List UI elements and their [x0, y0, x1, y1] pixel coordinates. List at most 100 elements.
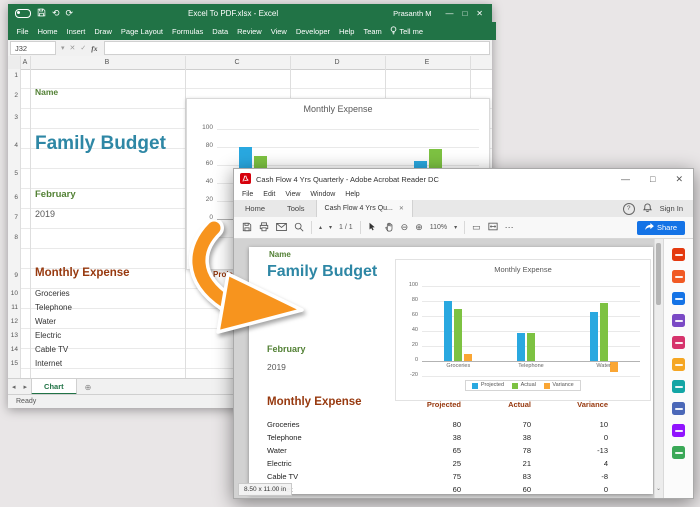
column-header-e[interactable]: E [412, 59, 442, 66]
zoom-in-icon[interactable]: ⊕ [415, 223, 423, 232]
comment-tool-icon[interactable] [672, 358, 685, 371]
ribbon-tab-review[interactable]: Review [233, 24, 267, 39]
maximize-button[interactable]: □ [462, 9, 467, 18]
undo-icon[interactable]: ⟲ [52, 9, 60, 18]
tab-close-icon[interactable]: ✕ [399, 205, 404, 212]
sign-in-link[interactable]: Sign In [660, 204, 683, 213]
ribbon-tab-home[interactable]: Home [33, 24, 62, 39]
help-icon[interactable]: ? [623, 203, 635, 215]
minimize-button[interactable]: — [611, 174, 640, 184]
next-page-icon[interactable]: ▾ [329, 224, 332, 231]
protect-tool-icon[interactable] [672, 402, 685, 415]
ribbon-tab-data[interactable]: Data [208, 24, 233, 39]
ribbon-tab-view[interactable]: View [266, 24, 291, 39]
name-box[interactable]: J32 [10, 41, 56, 55]
fill-sign-tool-icon[interactable] [672, 336, 685, 349]
more-tools-icon[interactable]: ⋯ [505, 223, 514, 232]
tab-document[interactable]: Cash Flow 4 Yrs Qu... ✕ [316, 200, 413, 217]
scrollbar-thumb[interactable] [656, 243, 661, 305]
sheet-nav-right-icon[interactable]: ▸ [20, 379, 32, 395]
cell-budget-title[interactable]: Family Budget [35, 134, 166, 153]
menu-view[interactable]: View [285, 191, 300, 198]
save-icon[interactable] [37, 8, 46, 19]
ribbon-tab-page-layout[interactable]: Page Layout [116, 24, 167, 39]
menu-window[interactable]: Window [310, 191, 335, 198]
share-button[interactable]: Share [637, 221, 685, 235]
select-tool-icon[interactable] [368, 222, 377, 233]
row-header[interactable]: 2 [8, 92, 18, 99]
row-header[interactable]: 5 [8, 170, 18, 177]
row-header[interactable]: 12 [8, 318, 18, 325]
cell-year[interactable]: 2019 [35, 210, 55, 219]
row-header[interactable]: 9 [8, 272, 18, 279]
create-pdf-tool-icon[interactable] [672, 270, 685, 283]
column-header-a[interactable]: A [10, 59, 40, 66]
insert-function-icon[interactable]: fx [91, 44, 97, 53]
row-header[interactable]: 14 [8, 346, 18, 353]
sheet-nav-left-icon[interactable]: ◂ [8, 379, 20, 395]
fit-width-icon[interactable] [488, 222, 498, 233]
tab-home[interactable]: Home [234, 200, 276, 217]
menu-file[interactable]: File [242, 191, 253, 198]
formula-input[interactable] [104, 41, 490, 55]
cell-month[interactable]: February [35, 190, 76, 200]
enter-icon[interactable]: ✓ [80, 44, 86, 52]
row-header[interactable]: 1 [8, 72, 18, 79]
ribbon-tab-team[interactable]: Team [359, 24, 386, 39]
tab-tools[interactable]: Tools [276, 200, 316, 217]
column-header-b[interactable]: B [92, 59, 122, 66]
compress-tool-icon[interactable] [672, 424, 685, 437]
tell-me-box[interactable]: Tell me [386, 23, 427, 40]
close-button[interactable]: ✕ [665, 174, 693, 185]
close-button[interactable]: ✕ [476, 9, 483, 18]
row-header[interactable]: 10 [8, 290, 18, 297]
cell-item[interactable]: Cable TV [35, 346, 68, 354]
notifications-bell-icon[interactable] [643, 203, 652, 214]
cell-expense-header[interactable]: Monthly Expense [35, 268, 130, 280]
combine-files-tool-icon[interactable] [672, 292, 685, 305]
cell-item[interactable]: Water [35, 318, 56, 326]
fit-page-icon[interactable]: ▭ [472, 223, 481, 232]
menu-edit[interactable]: Edit [263, 191, 275, 198]
cell-item[interactable]: Telephone [35, 304, 72, 312]
ribbon-tab-help[interactable]: Help [335, 24, 359, 39]
row-header[interactable]: 8 [8, 234, 18, 241]
row-header[interactable]: 11 [8, 304, 18, 311]
row-header[interactable]: 6 [8, 194, 18, 201]
ribbon-tab-file[interactable]: File [12, 24, 33, 39]
organize-pages-tool-icon[interactable] [672, 380, 685, 393]
cell-item[interactable]: Internet [35, 360, 62, 368]
cell-name-label[interactable]: Name [35, 88, 58, 97]
add-sheet-icon[interactable]: ⊕ [77, 379, 100, 395]
cell-item[interactable]: Electric [35, 332, 61, 340]
edit-pdf-tool-icon[interactable] [672, 314, 685, 327]
row-header[interactable]: 15 [8, 360, 18, 367]
sheet-tab-chart[interactable]: Chart [31, 379, 77, 395]
name-box-dropdown-icon[interactable]: ▾ [61, 44, 65, 52]
minimize-button[interactable]: — [445, 9, 453, 18]
page-indicator[interactable]: 1 / 1 [339, 224, 353, 231]
row-header[interactable]: 4 [8, 142, 18, 149]
ribbon-tab-draw[interactable]: Draw [90, 24, 117, 39]
ribbon-tab-insert[interactable]: Insert [62, 24, 90, 39]
column-header-d[interactable]: D [322, 59, 352, 66]
row-header[interactable]: 7 [8, 214, 18, 221]
zoom-out-icon[interactable]: ⊖ [401, 223, 409, 232]
cell-item[interactable]: Groceries [35, 290, 70, 298]
zoom-dropdown-icon[interactable]: ▾ [454, 224, 457, 231]
send-review-tool-icon[interactable] [672, 446, 685, 459]
hand-tool-icon[interactable] [384, 222, 394, 234]
cancel-icon[interactable]: ✕ [70, 44, 76, 52]
ribbon-tab-developer[interactable]: Developer [291, 24, 334, 39]
scroll-down-icon[interactable]: ⌄ [655, 485, 662, 492]
export-pdf-tool-icon[interactable] [672, 248, 685, 261]
account-name[interactable]: Prasanth M [393, 9, 431, 18]
menu-help[interactable]: Help [345, 191, 359, 198]
row-header[interactable]: 13 [8, 332, 18, 339]
maximize-button[interactable]: □ [640, 174, 665, 184]
zoom-level[interactable]: 110% [430, 224, 447, 231]
ribbon-tab-formulas[interactable]: Formulas [168, 24, 208, 39]
redo-icon[interactable]: ⟳ [66, 9, 74, 18]
autosave-toggle[interactable] [15, 9, 31, 18]
column-header-c[interactable]: C [222, 59, 252, 66]
